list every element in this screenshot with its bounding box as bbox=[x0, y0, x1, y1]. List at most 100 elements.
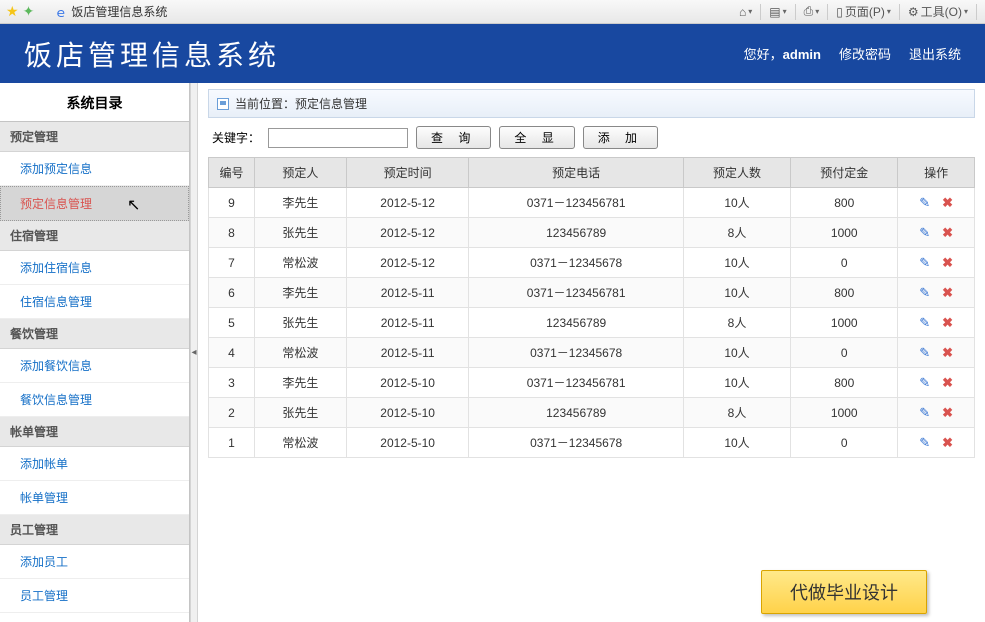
cell-deposit: 800 bbox=[791, 368, 898, 398]
edit-icon[interactable]: ✎ bbox=[919, 225, 930, 241]
cell-name: 常松波 bbox=[254, 428, 346, 458]
tools-menu[interactable]: ⚙工具(O)▾ bbox=[908, 3, 968, 20]
cell-deposit: 1000 bbox=[791, 218, 898, 248]
edit-icon[interactable]: ✎ bbox=[919, 375, 930, 391]
sidebar-item[interactable]: 添加住宿信息 bbox=[0, 251, 189, 285]
splitter[interactable]: ◂ bbox=[190, 83, 198, 622]
sidebar-item[interactable]: 预定信息管理 bbox=[0, 186, 189, 221]
change-password-link[interactable]: 修改密码 bbox=[839, 44, 891, 63]
cell-time: 2012-5-12 bbox=[346, 248, 469, 278]
edit-icon[interactable]: ✎ bbox=[919, 435, 930, 451]
greeting: 您好，admin bbox=[744, 44, 821, 63]
delete-icon[interactable]: ✖ bbox=[942, 285, 953, 301]
cell-name: 常松波 bbox=[254, 248, 346, 278]
sidebar-item[interactable]: 添加预定信息 bbox=[0, 152, 189, 186]
cell-count: 8人 bbox=[683, 398, 790, 428]
edit-icon[interactable]: ✎ bbox=[919, 195, 930, 211]
delete-icon[interactable]: ✖ bbox=[942, 405, 953, 421]
tab-title: 饭店管理信息系统 bbox=[71, 3, 167, 20]
edit-icon[interactable]: ✎ bbox=[919, 345, 930, 361]
cell-time: 2012-5-11 bbox=[346, 308, 469, 338]
cell-ops: ✎✖ bbox=[898, 368, 975, 398]
sidebar-item[interactable]: 餐饮信息管理 bbox=[0, 383, 189, 417]
cell-time: 2012-5-10 bbox=[346, 428, 469, 458]
location-icon bbox=[217, 98, 229, 110]
cell-count: 8人 bbox=[683, 308, 790, 338]
delete-icon[interactable]: ✖ bbox=[942, 255, 953, 271]
menu-group-header[interactable]: 预定管理 bbox=[0, 122, 189, 152]
cell-phone: 0371－12345678 bbox=[469, 428, 683, 458]
favorites-star-icon[interactable]: ★ bbox=[6, 3, 19, 20]
rss-icon: ▤ bbox=[769, 5, 780, 19]
table-row: 8张先生2012-5-121234567898人1000✎✖ bbox=[209, 218, 975, 248]
toolbar-right: ⌂▾ ▤▾ ⎙▾ ▯页面(P)▾ ⚙工具(O)▾ bbox=[739, 3, 979, 20]
feeds-button[interactable]: ▤▾ bbox=[769, 5, 786, 19]
cell-ops: ✎✖ bbox=[898, 278, 975, 308]
home-button[interactable]: ⌂▾ bbox=[739, 5, 752, 19]
greeting-prefix: 您好， bbox=[744, 47, 783, 62]
separator bbox=[827, 4, 828, 20]
cell-id: 9 bbox=[209, 188, 255, 218]
showall-button[interactable]: 全 显 bbox=[499, 126, 574, 149]
sidebar-item[interactable]: 添加帐单 bbox=[0, 447, 189, 481]
watermark-label: 代做毕业设计 bbox=[761, 570, 927, 614]
cell-time: 2012-5-10 bbox=[346, 398, 469, 428]
edit-icon[interactable]: ✎ bbox=[919, 315, 930, 331]
separator bbox=[795, 4, 796, 20]
cell-name: 常松波 bbox=[254, 338, 346, 368]
menu-group-header[interactable]: 员工管理 bbox=[0, 515, 189, 545]
edit-icon[interactable]: ✎ bbox=[919, 405, 930, 421]
keyword-input[interactable] bbox=[268, 128, 408, 148]
delete-icon[interactable]: ✖ bbox=[942, 375, 953, 391]
edit-icon[interactable]: ✎ bbox=[919, 285, 930, 301]
table-row: 1常松波2012-5-100371－1234567810人0✎✖ bbox=[209, 428, 975, 458]
separator bbox=[760, 4, 761, 20]
username: admin bbox=[783, 47, 821, 62]
delete-icon[interactable]: ✖ bbox=[942, 225, 953, 241]
delete-icon[interactable]: ✖ bbox=[942, 195, 953, 211]
table-row: 4常松波2012-5-110371－1234567810人0✎✖ bbox=[209, 338, 975, 368]
edit-icon[interactable]: ✎ bbox=[919, 255, 930, 271]
cell-ops: ✎✖ bbox=[898, 248, 975, 278]
cell-ops: ✎✖ bbox=[898, 188, 975, 218]
cell-phone: 0371－12345678 bbox=[469, 248, 683, 278]
cell-deposit: 0 bbox=[791, 428, 898, 458]
page-menu[interactable]: ▯页面(P)▾ bbox=[836, 3, 891, 20]
sidebar-item[interactable]: 添加餐饮信息 bbox=[0, 349, 189, 383]
sidebar-menu: 预定管理添加预定信息预定信息管理住宿管理添加住宿信息住宿信息管理餐饮管理添加餐饮… bbox=[0, 121, 189, 613]
cell-count: 10人 bbox=[683, 278, 790, 308]
cell-deposit: 0 bbox=[791, 338, 898, 368]
home-icon: ⌂ bbox=[739, 5, 746, 19]
cell-count: 10人 bbox=[683, 248, 790, 278]
sidebar-item[interactable]: 添加员工 bbox=[0, 545, 189, 579]
menu-group-header[interactable]: 住宿管理 bbox=[0, 221, 189, 251]
menu-group-header[interactable]: 餐饮管理 bbox=[0, 319, 189, 349]
sidebar-item[interactable]: 住宿信息管理 bbox=[0, 285, 189, 319]
menu-group-header[interactable]: 帐单管理 bbox=[0, 417, 189, 447]
chevron-down-icon: ▾ bbox=[964, 7, 968, 16]
print-button[interactable]: ⎙▾ bbox=[804, 4, 820, 19]
cell-name: 李先生 bbox=[254, 188, 346, 218]
print-icon: ⎙ bbox=[804, 4, 814, 19]
column-header: 预定电话 bbox=[469, 158, 683, 188]
sidebar-item[interactable]: 帐单管理 bbox=[0, 481, 189, 515]
sidebar-item[interactable]: 员工管理 bbox=[0, 579, 189, 613]
add-favorite-icon[interactable]: ✦ bbox=[23, 3, 35, 20]
cell-id: 1 bbox=[209, 428, 255, 458]
cell-time: 2012-5-11 bbox=[346, 338, 469, 368]
browser-tab[interactable]: ｅ 饭店管理信息系统 bbox=[54, 2, 167, 21]
logout-link[interactable]: 退出系统 bbox=[909, 44, 961, 63]
cell-name: 李先生 bbox=[254, 368, 346, 398]
separator bbox=[899, 4, 900, 20]
cell-ops: ✎✖ bbox=[898, 218, 975, 248]
cell-phone: 0371－12345678 bbox=[469, 338, 683, 368]
cell-phone: 0371－123456781 bbox=[469, 188, 683, 218]
sidebar-title: 系统目录 bbox=[0, 83, 189, 121]
delete-icon[interactable]: ✖ bbox=[942, 345, 953, 361]
column-header: 操作 bbox=[898, 158, 975, 188]
page-label: 页面(P) bbox=[845, 3, 885, 20]
add-button[interactable]: 添 加 bbox=[583, 126, 658, 149]
delete-icon[interactable]: ✖ bbox=[942, 315, 953, 331]
delete-icon[interactable]: ✖ bbox=[942, 435, 953, 451]
query-button[interactable]: 查 询 bbox=[416, 126, 491, 149]
